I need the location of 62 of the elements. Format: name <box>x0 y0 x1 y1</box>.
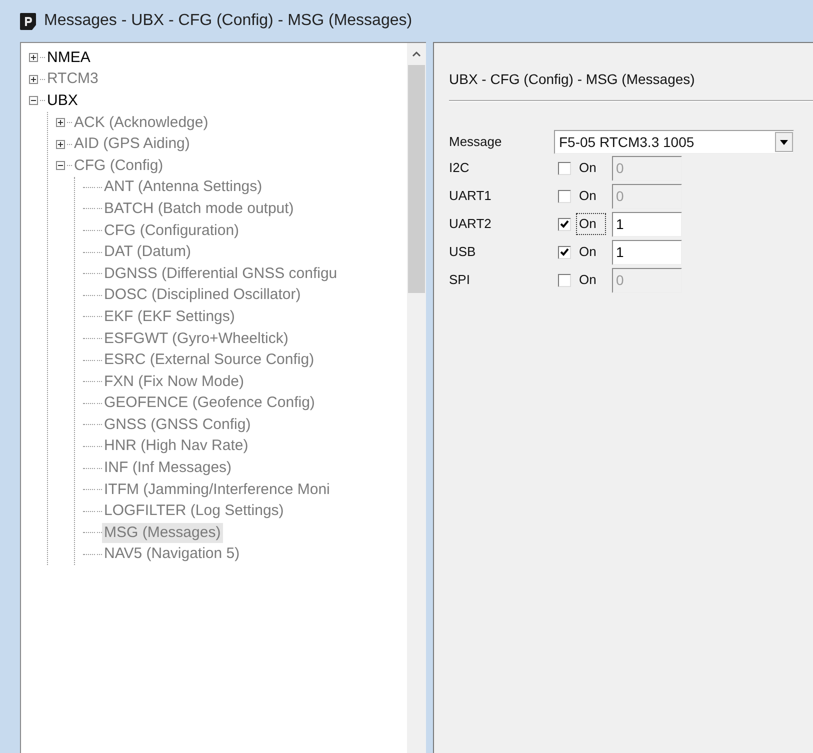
scroll-up-icon[interactable] <box>412 51 421 57</box>
scrollbar[interactable] <box>407 43 426 753</box>
collapse-icon[interactable] <box>56 161 65 170</box>
panel-heading: UBX - CFG (Config) - MSG (Messages) <box>449 70 695 89</box>
expand-icon[interactable] <box>56 118 65 128</box>
scroll-thumb[interactable] <box>408 65 425 293</box>
tree-item[interactable]: UBX <box>45 90 80 111</box>
port-label: I2C <box>449 159 470 178</box>
expand-icon[interactable] <box>29 53 38 62</box>
check-icon <box>560 248 569 256</box>
tree-item[interactable]: ACK (Acknowledge) <box>72 112 210 133</box>
check-icon <box>560 220 569 228</box>
dropdown-button[interactable] <box>775 132 793 152</box>
expand-icon[interactable] <box>56 140 65 149</box>
message-dropdown[interactable]: F5-05 RTCM3.3 1005 <box>554 130 794 154</box>
tree-item[interactable]: ITFM (Jamming/Interference Moni <box>102 480 332 500</box>
port-label: USB <box>449 243 477 262</box>
checkbox-label[interactable]: On <box>576 269 606 291</box>
tree-item[interactable]: ESFGWT (Gyro+Wheeltick) <box>102 328 290 349</box>
field-label: Message <box>449 133 503 152</box>
tree-item[interactable]: CFG (Configuration) <box>102 220 242 241</box>
checkbox[interactable] <box>558 162 571 174</box>
tree-item[interactable]: LOGFILTER (Log Settings) <box>102 501 286 522</box>
rate-field[interactable]: 0 <box>612 156 682 180</box>
port-label: UART1 <box>449 187 492 206</box>
tree-item[interactable]: DOSC (Disciplined Oscillator) <box>102 285 303 306</box>
collapse-icon[interactable] <box>29 96 38 106</box>
checkbox-label[interactable]: On <box>576 185 606 207</box>
window-title: Messages - UBX - CFG (Config) - MSG (Messages) <box>44 11 412 31</box>
rate-field[interactable]: 0 <box>612 184 682 208</box>
checkbox[interactable] <box>558 190 571 202</box>
tree-item[interactable]: INF (Inf Messages) <box>102 458 234 478</box>
rate-field[interactable]: 1 <box>612 240 682 264</box>
tree-item[interactable]: ANT (Antenna Settings) <box>102 177 264 198</box>
tree-item[interactable]: BATCH (Batch mode output) <box>102 198 296 219</box>
checkbox-label[interactable]: On <box>576 213 606 235</box>
checkbox-label[interactable]: On <box>576 241 606 263</box>
caret-down-icon <box>780 140 788 144</box>
tree-item[interactable]: DGNSS (Differential GNSS configu <box>102 264 340 284</box>
app-logo-icon <box>20 12 36 30</box>
tree-item[interactable]: CFG (Config) <box>72 156 166 176</box>
tree-item[interactable]: AID (GPS Aiding) <box>72 134 192 154</box>
checkbox[interactable] <box>558 218 571 230</box>
rate-field[interactable]: 0 <box>612 268 682 292</box>
tree-item[interactable]: DAT (Datum) <box>102 242 193 262</box>
tree-item[interactable]: EKF (EKF Settings) <box>102 306 237 327</box>
tree-item[interactable]: NMEA <box>45 48 92 68</box>
tree-item[interactable]: GNSS (GNSS Config) <box>102 414 253 435</box>
tree-item[interactable]: RTCM3 <box>45 69 100 90</box>
tree-item[interactable]: MSG (Messages) <box>102 522 223 543</box>
rate-field[interactable]: 1 <box>612 212 682 236</box>
checkbox-label[interactable]: On <box>576 157 606 179</box>
port-label: SPI <box>449 271 471 290</box>
tree-item[interactable]: HNR (High Nav Rate) <box>102 436 250 456</box>
expand-icon[interactable] <box>29 74 38 84</box>
tree-item[interactable]: ESRC (External Source Config) <box>102 350 316 370</box>
tree-item[interactable]: FXN (Fix Now Mode) <box>102 372 246 392</box>
tree-item[interactable]: NAV5 (Navigation 5) <box>102 544 242 564</box>
checkbox[interactable] <box>558 274 571 286</box>
tree-item[interactable]: GEOFENCE (Geofence Config) <box>102 393 317 414</box>
checkbox[interactable] <box>558 246 571 258</box>
port-label: UART2 <box>449 215 492 234</box>
